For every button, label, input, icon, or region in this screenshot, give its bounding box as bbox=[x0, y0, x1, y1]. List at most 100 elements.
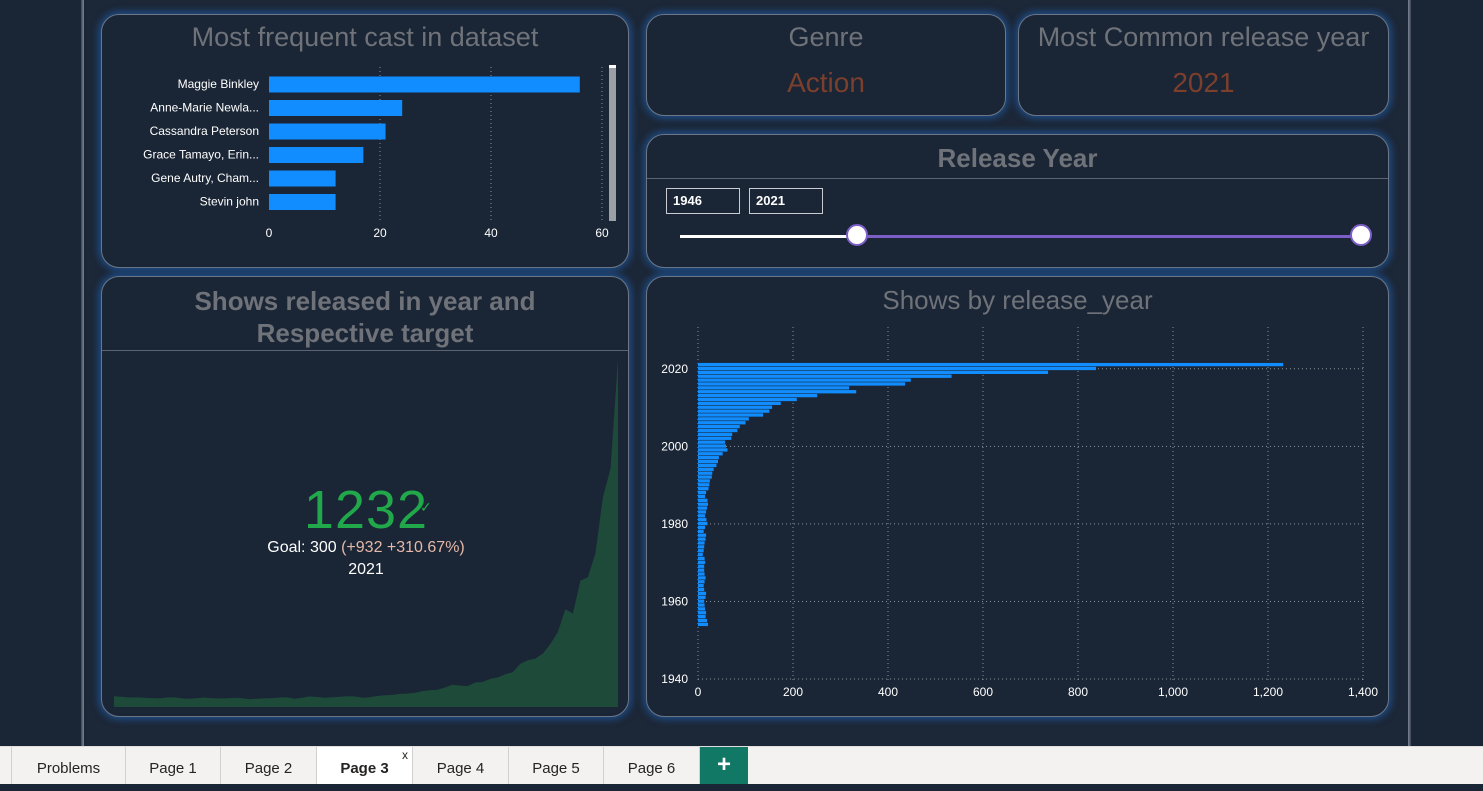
year-x-tick: 0 bbox=[695, 685, 702, 699]
year-bar bbox=[698, 424, 740, 429]
year-bar bbox=[698, 366, 1096, 371]
slider-end-handle[interactable] bbox=[1350, 224, 1372, 246]
close-tab-icon[interactable]: x bbox=[402, 733, 408, 777]
kpi-value: 1232 bbox=[303, 480, 429, 540]
cast-category-label: Grace Tamayo, Erin... bbox=[143, 148, 259, 162]
year-bar bbox=[698, 397, 797, 402]
cast-category-label: Anne-Marie Newla... bbox=[150, 101, 259, 115]
tab-problems[interactable]: Problems bbox=[12, 747, 126, 784]
slider-track-selected[interactable] bbox=[858, 235, 1362, 238]
year-bar bbox=[698, 386, 850, 390]
year-bar bbox=[698, 487, 709, 491]
cast-bar bbox=[269, 194, 336, 210]
shows-by-year-card[interactable]: Shows by release_year 0 200 400 600 800 1,000… bbox=[646, 276, 1389, 717]
year-bar bbox=[698, 502, 708, 506]
year-bar bbox=[698, 471, 713, 475]
year-bar bbox=[698, 498, 708, 502]
slicer-divider bbox=[647, 178, 1388, 179]
start-year-input[interactable]: 1946 bbox=[666, 188, 740, 214]
tab-scroll-left[interactable] bbox=[0, 747, 12, 784]
year-y-tick: 1980 bbox=[661, 517, 688, 531]
kpi-year: 2021 bbox=[348, 561, 384, 578]
genre-card[interactable]: Genre Action bbox=[646, 14, 1006, 116]
year-bar bbox=[698, 405, 773, 409]
year-bar bbox=[698, 467, 714, 471]
common-year-card[interactable]: Most Common release year 2021 bbox=[1018, 14, 1389, 116]
year-bar bbox=[698, 440, 726, 444]
year-bar bbox=[698, 618, 707, 623]
year-bar bbox=[698, 552, 703, 557]
slicer-title: Release Year bbox=[937, 143, 1098, 173]
tab-page-3[interactable]: Page 3 x bbox=[317, 747, 413, 784]
year-bar bbox=[698, 382, 906, 386]
tab-page-2[interactable]: Page 2 bbox=[221, 747, 317, 784]
year-bar bbox=[698, 421, 746, 425]
year-y-tick: 1940 bbox=[661, 672, 688, 686]
year-x-tick: 1,400 bbox=[1348, 685, 1378, 699]
slider-track-left[interactable] bbox=[680, 235, 858, 238]
year-y-tick: 2020 bbox=[661, 362, 688, 376]
cast-bar bbox=[269, 123, 386, 140]
right-margin bbox=[1408, 0, 1483, 746]
add-page-button[interactable]: + bbox=[700, 747, 748, 784]
slider-start-handle[interactable] bbox=[846, 224, 868, 246]
cast-bar bbox=[269, 76, 580, 93]
tab-page-3-label: Page 3 bbox=[340, 760, 389, 777]
year-x-tick: 1,000 bbox=[1158, 685, 1188, 699]
tab-page-4[interactable]: Page 4 bbox=[413, 747, 509, 784]
tab-page-6[interactable]: Page 6 bbox=[604, 747, 700, 784]
year-bar bbox=[698, 463, 717, 468]
year-bar bbox=[698, 479, 710, 483]
goal-line: Goal: 300 (+932 +310.67%) bbox=[102, 539, 628, 557]
release-year-slicer[interactable]: Release Year 1946 2021 bbox=[646, 134, 1389, 268]
year-bar bbox=[698, 622, 708, 627]
year-bar bbox=[698, 521, 708, 526]
year-bar bbox=[698, 490, 707, 495]
tab-page-5[interactable]: Page 5 bbox=[509, 747, 604, 784]
year-bar bbox=[698, 374, 952, 378]
year-bar bbox=[698, 393, 818, 398]
goal-text: Goal: 300 bbox=[267, 539, 337, 556]
year-bar bbox=[698, 615, 706, 619]
year-bar bbox=[698, 541, 705, 545]
year-bar bbox=[698, 428, 738, 433]
year-bar bbox=[698, 417, 749, 421]
year-bar bbox=[698, 436, 732, 440]
cast-x-tick: 20 bbox=[373, 226, 387, 240]
year-bar bbox=[698, 549, 704, 553]
year-bar bbox=[698, 409, 770, 413]
year-x-tick: 400 bbox=[878, 685, 898, 699]
year-bar bbox=[698, 510, 707, 514]
cast-chart-card[interactable]: Most frequent cast in dataset 0 20 40 60 Mag… bbox=[101, 14, 629, 268]
year-bar bbox=[698, 529, 704, 533]
year-bar bbox=[698, 525, 706, 530]
year-bar bbox=[698, 448, 728, 452]
year-bar bbox=[698, 572, 705, 576]
year-bar bbox=[698, 390, 857, 394]
common-year-title: Most Common release year bbox=[1037, 22, 1370, 52]
cast-x-tick: 40 bbox=[484, 226, 498, 240]
year-x-tick: 200 bbox=[783, 685, 803, 699]
tab-page-1[interactable]: Page 1 bbox=[126, 747, 221, 784]
shows-target-card[interactable]: Shows released in year and Respective ta… bbox=[101, 276, 629, 717]
year-bar bbox=[698, 518, 707, 522]
year-x-tick: 600 bbox=[973, 685, 993, 699]
end-year-input[interactable]: 2021 bbox=[749, 188, 823, 214]
cast-scrollbar bbox=[609, 65, 616, 221]
year-bar bbox=[698, 560, 706, 565]
year-x-tick: 1,200 bbox=[1253, 685, 1283, 699]
year-bar bbox=[698, 378, 911, 382]
cast-bar bbox=[269, 170, 336, 187]
year-bar bbox=[698, 583, 704, 588]
year-bar bbox=[698, 475, 712, 479]
year-bar bbox=[698, 362, 1284, 367]
cast-bar-chart: 0 20 40 60 Maggie Binkley Anne-Marie Newla...… bbox=[143, 65, 616, 240]
common-year-value: 2021 bbox=[1172, 67, 1235, 98]
cast-category-label: Maggie Binkley bbox=[178, 77, 259, 91]
year-bar bbox=[698, 537, 706, 541]
year-y-tick: 1960 bbox=[661, 594, 688, 608]
year-y-tick: 2000 bbox=[661, 439, 688, 453]
year-bar bbox=[698, 456, 719, 460]
left-margin bbox=[0, 0, 84, 746]
year-bar bbox=[698, 494, 706, 499]
